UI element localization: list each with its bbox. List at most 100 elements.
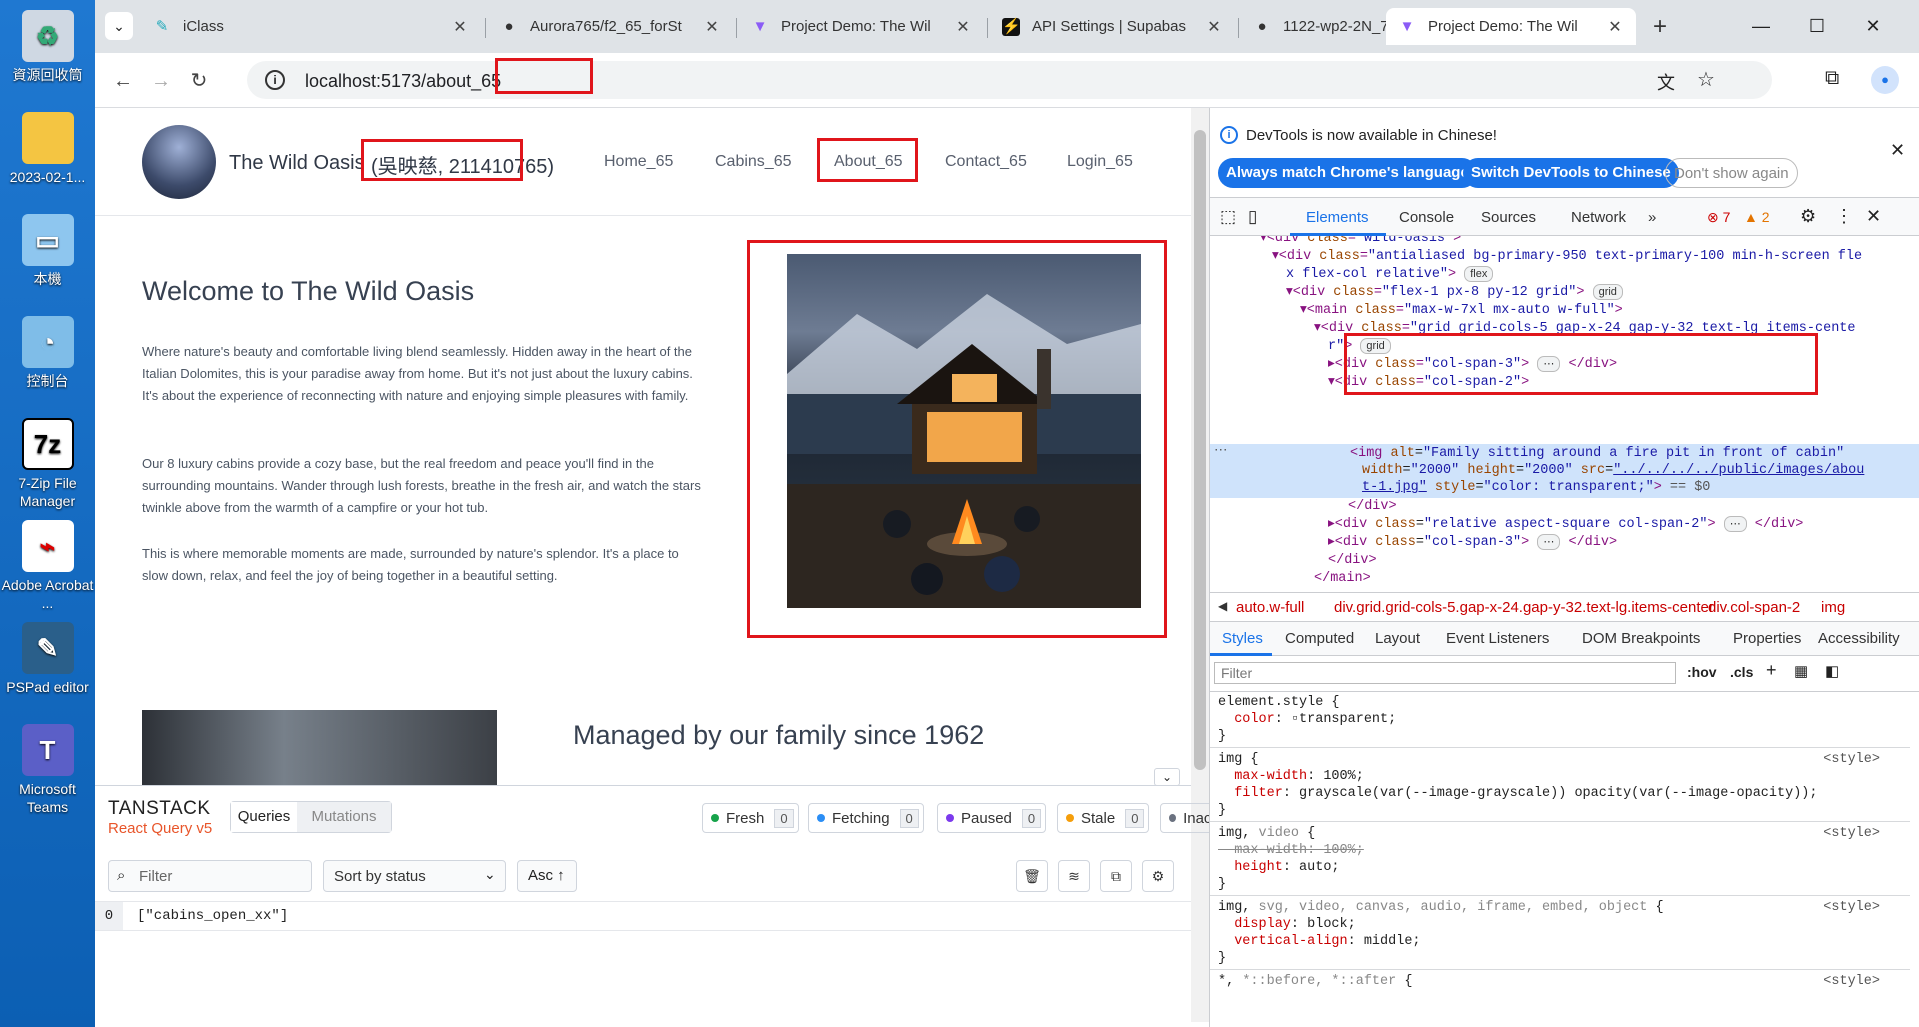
query-row[interactable]: 0 ["cabins_open_xx"] <box>95 901 1191 931</box>
subtab-accessibility[interactable]: Accessibility <box>1818 630 1900 647</box>
tab-mutations[interactable]: Mutations <box>297 802 391 832</box>
new-tab-button[interactable]: + <box>1645 12 1675 42</box>
menu-kebab-icon[interactable]: ⋮ <box>1835 206 1853 227</box>
dom-line[interactable]: ▾<div class="wild-oasis"> <box>1260 236 1461 248</box>
status-fresh[interactable]: Fresh 0 <box>702 803 799 833</box>
status-stale[interactable]: Stale 0 <box>1057 803 1150 833</box>
close-icon[interactable]: ✕ <box>1205 17 1223 37</box>
acrobat-icon: ⌁ <box>21 520 74 572</box>
desktop-icon-computer[interactable]: ▭ 本機 <box>0 214 95 288</box>
subtab-layout[interactable]: Layout <box>1375 630 1420 647</box>
tab-search-button[interactable]: ⌄ <box>105 12 133 40</box>
always-match-language-button[interactable]: Always match Chrome's language <box>1218 158 1477 188</box>
error-count[interactable]: ⊗ 7 <box>1707 209 1730 226</box>
new-rule-icon[interactable]: + <box>1766 660 1777 681</box>
close-icon[interactable]: ✕ <box>1866 206 1881 227</box>
minimize-button[interactable]: — <box>1733 10 1789 42</box>
sidebar-toggle-icon[interactable]: ◧ <box>1825 662 1839 680</box>
browser-toolbar: ← → ↻ i localhost:5173/about_65 ⽂ ☆ ⧉ ● … <box>95 53 1919 108</box>
maximize-button[interactable]: ☐ <box>1789 10 1845 42</box>
bookmark-star-icon[interactable]: ☆ <box>1697 67 1715 92</box>
tab-sources[interactable]: Sources <box>1481 209 1536 226</box>
subtab-event-listeners[interactable]: Event Listeners <box>1446 630 1549 647</box>
close-banner-icon[interactable]: ✕ <box>1890 140 1905 161</box>
tab-elements[interactable]: Elements <box>1306 209 1369 226</box>
page-scrollbar[interactable] <box>1191 108 1209 1022</box>
dom-line[interactable]: ▸<div class="relative aspect-square col-… <box>1328 516 1803 534</box>
styles-pane[interactable]: element.style { color: ▫transparent; } i… <box>1210 692 1919 1027</box>
subtab-computed[interactable]: Computed <box>1285 630 1354 647</box>
offline-toggle-button[interactable]: ≋ <box>1058 860 1090 892</box>
gear-icon[interactable]: ⚙ <box>1800 206 1816 227</box>
subtab-dom-breakpoints[interactable]: DOM Breakpoints <box>1582 630 1700 647</box>
dom-line[interactable]: ▾<main class="max-w-7xl mx-auto w-full"> <box>1300 302 1623 320</box>
warning-count[interactable]: ▲ 2 <box>1744 209 1770 225</box>
class-toggle[interactable]: .cls <box>1730 664 1753 680</box>
back-button[interactable]: ← <box>107 65 139 97</box>
status-fetching[interactable]: Fetching 0 <box>808 803 924 833</box>
sort-select[interactable]: Sort by status ⌄ <box>323 860 506 892</box>
inspect-element-icon[interactable]: ⬚ <box>1220 207 1236 227</box>
breadcrumb-item[interactable]: img <box>1821 599 1845 616</box>
nav-contact[interactable]: Contact_65 <box>945 153 1027 171</box>
desktop-icon-control-panel[interactable]: ◔ 控制台 <box>0 316 95 390</box>
device-toolbar-icon[interactable]: ▯ <box>1248 207 1257 227</box>
close-icon[interactable]: ✕ <box>703 17 721 37</box>
clear-cache-button[interactable]: 🗑 <box>1016 860 1048 892</box>
close-icon[interactable]: ✕ <box>451 17 469 37</box>
desktop-icon-folder[interactable]: 2023-02-1... <box>0 112 95 186</box>
breadcrumb-item[interactable]: auto.w-full <box>1236 599 1304 616</box>
nav-cabins[interactable]: Cabins_65 <box>715 153 792 171</box>
subtab-styles[interactable]: Styles <box>1222 630 1263 647</box>
tab-supabase[interactable]: ⚡ API Settings | Supabas ✕ <box>990 8 1235 45</box>
desktop-icon-teams[interactable]: T Microsoft Teams <box>0 724 95 816</box>
brand-name[interactable]: The Wild Oasis <box>229 152 365 175</box>
desktop-icon-7zip[interactable]: 7z 7-Zip File Manager <box>0 418 95 510</box>
translate-icon[interactable]: ⽂ <box>1657 69 1675 95</box>
breadcrumb-item[interactable]: div.grid.grid-cols-5.gap-x-24.gap-y-32.t… <box>1334 599 1714 616</box>
breadcrumb-item[interactable]: div.col-span-2 <box>1708 599 1800 616</box>
tab-github-aurora[interactable]: ● Aurora765/f2_65_forSt ✕ <box>488 8 733 45</box>
query-filter-input[interactable]: ⌕ Filter <box>108 860 312 892</box>
forward-button[interactable]: → <box>145 65 177 97</box>
page-scroll-thumb[interactable] <box>1194 130 1206 770</box>
address-bar[interactable]: i localhost:5173/about_65 ⽂ ☆ <box>247 58 1772 99</box>
paint-icon[interactable]: ▦ <box>1794 662 1808 680</box>
dom-line[interactable]: ▾<div class="flex-1 px-8 py-12 grid"> gr… <box>1286 284 1623 302</box>
tq-settings-button[interactable]: ⚙ <box>1142 860 1174 892</box>
panel-position-button[interactable]: ⧉ <box>1100 860 1132 892</box>
styles-filter-input[interactable]: Filter <box>1214 662 1676 684</box>
tab-iclass[interactable]: ✎ iClass ✕ <box>141 8 481 45</box>
close-icon[interactable]: ✕ <box>954 17 972 37</box>
dom-line[interactable]: ▸<div class="col-span-3"> ⋯ </div> <box>1328 534 1617 552</box>
more-tabs-icon[interactable]: » <box>1648 209 1656 226</box>
tab-project-demo-active[interactable]: ▼ Project Demo: The Wil ✕ <box>1386 8 1636 45</box>
reload-button[interactable]: ↻ <box>183 65 215 97</box>
sort-order-button[interactable]: Asc ↑ <box>517 860 577 892</box>
site-info-icon[interactable]: i <box>265 70 285 90</box>
tab-console[interactable]: Console <box>1399 209 1454 226</box>
caret-left-icon[interactable]: ◀ <box>1218 599 1227 613</box>
close-icon[interactable]: ✕ <box>1606 17 1624 37</box>
dom-line[interactable]: ▾<div class="antialiased bg-primary-950 … <box>1272 248 1862 266</box>
tab-network[interactable]: Network <box>1571 209 1626 226</box>
subtab-properties[interactable]: Properties <box>1733 630 1801 647</box>
url-text[interactable]: localhost:5173/about_65 <box>305 71 501 92</box>
switch-to-chinese-button[interactable]: Switch DevTools to Chinese <box>1463 158 1679 188</box>
close-window-button[interactable]: ✕ <box>1845 10 1901 42</box>
desktop-icon-pspad-editor[interactable]: ✎ PSPad editor <box>0 622 95 696</box>
profile-avatar-icon[interactable]: ● <box>1871 66 1899 94</box>
desktop-icon-recycle-bin[interactable]: ♻ 資源回收筒 <box>0 10 95 84</box>
devtools-collapse-button[interactable]: ⌄ <box>1154 768 1180 785</box>
nav-login[interactable]: Login_65 <box>1067 153 1133 171</box>
extensions-icon[interactable]: ⧉ <box>1825 67 1839 90</box>
tab-queries[interactable]: Queries <box>231 802 297 832</box>
dont-show-again-button[interactable]: Don't show again <box>1665 158 1798 188</box>
selected-dom-node[interactable]: ⋯ <img alt="Family sitting around a fire… <box>1210 444 1919 498</box>
brand-logo[interactable] <box>142 125 216 199</box>
hover-state-toggle[interactable]: :hov <box>1687 664 1717 680</box>
tab-project-demo-1[interactable]: ▼ Project Demo: The Wil ✕ <box>739 8 984 45</box>
nav-home[interactable]: Home_65 <box>604 153 673 171</box>
desktop-icon-acrobat[interactable]: ⌁ Adobe Acrobat ... <box>0 520 95 612</box>
status-paused[interactable]: Paused 0 <box>937 803 1047 833</box>
